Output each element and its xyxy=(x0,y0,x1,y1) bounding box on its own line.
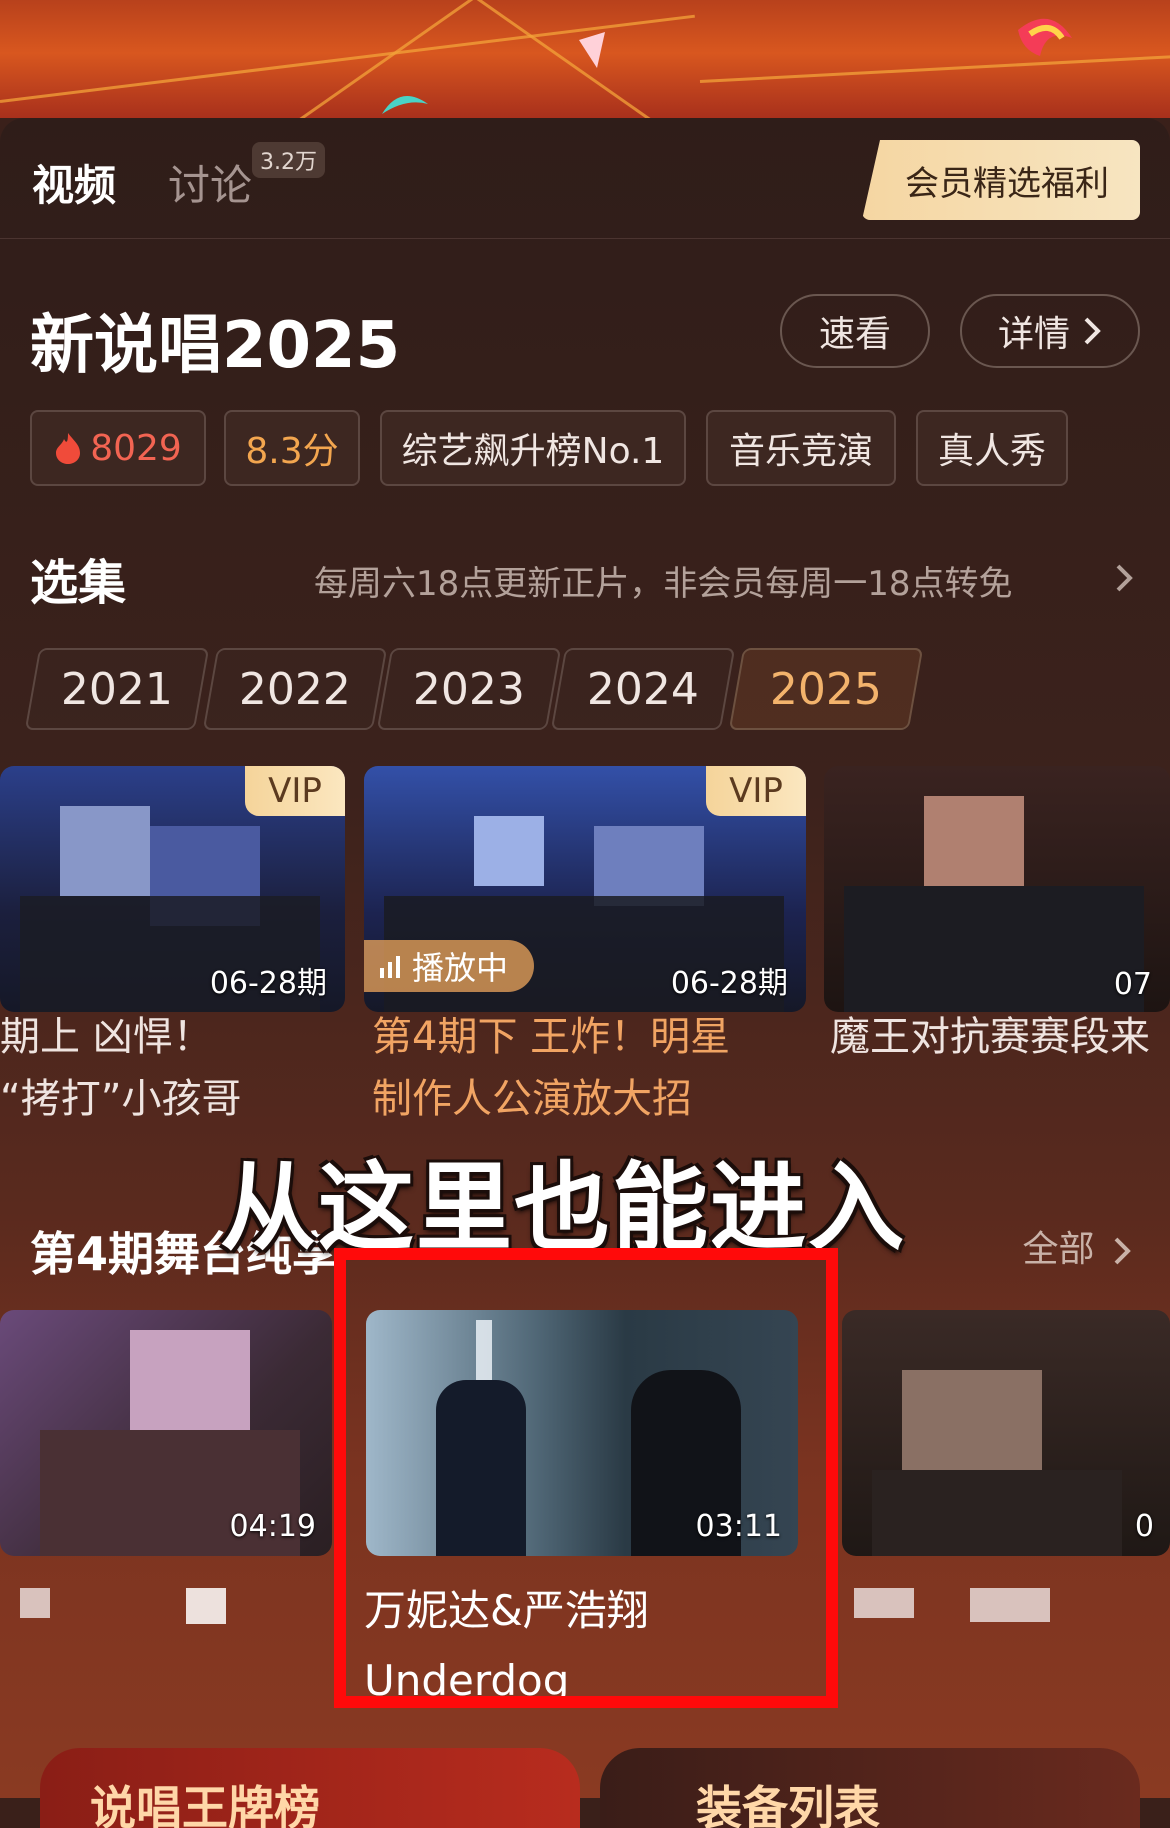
season-2023[interactable]: 2023 xyxy=(376,648,562,730)
genre-tag-reality[interactable]: 真人秀 xyxy=(916,410,1068,486)
all-clips-label: 全部 xyxy=(1022,1229,1095,1270)
clip-duration: 04:19 xyxy=(229,1509,316,1544)
season-label: 2025 xyxy=(770,663,882,715)
tab-discussion[interactable]: 讨论 xyxy=(168,152,252,213)
now-playing-label: 播放中 xyxy=(412,949,509,987)
score-tag[interactable]: 8.3分 xyxy=(224,410,360,486)
clip-duration: 0 xyxy=(1134,1509,1154,1544)
rank-label: 综艺飙升榜No.1 xyxy=(401,431,665,472)
genre-tag-music[interactable]: 音乐竞演 xyxy=(706,410,896,486)
genre-label-reality: 真人秀 xyxy=(937,431,1046,472)
header-banner xyxy=(0,0,1170,118)
chevron-right-icon[interactable] xyxy=(1114,562,1134,594)
episode-card-3[interactable]: 07 xyxy=(824,766,1170,1012)
blurred-text xyxy=(20,1588,50,1618)
episode-date: 06-28期 xyxy=(670,966,788,1001)
blurred-face xyxy=(594,826,704,906)
highlight-box xyxy=(334,1248,838,1708)
score-value: 8.3分 xyxy=(245,431,339,472)
season-label: 2021 xyxy=(61,663,173,715)
blurred-text xyxy=(970,1588,1050,1622)
tab-bar: 视频 讨论 3.2万 会员精选福利 xyxy=(0,118,1170,239)
vip-benefit-button[interactable]: 会员精选福利 xyxy=(862,140,1140,220)
season-label: 2023 xyxy=(413,663,525,715)
heat-value: 8029 xyxy=(90,427,182,469)
show-title: 新说唱2025 xyxy=(30,309,401,383)
tab-video[interactable]: 视频 xyxy=(32,152,116,213)
bottom-card-label: 说唱王牌榜 xyxy=(90,1781,320,1828)
episode-title-1[interactable]: 期上 凶悍！ xyxy=(0,1006,330,1068)
episode-subtitle-1[interactable]: “拷打”小孩哥 xyxy=(0,1068,330,1130)
bottom-card-ranking[interactable]: 说唱王牌榜 xyxy=(40,1748,580,1828)
performer-silhouette xyxy=(844,886,1144,1012)
season-2024[interactable]: 2024 xyxy=(550,648,736,730)
now-playing-badge: 播放中 xyxy=(364,940,534,992)
season-label: 2024 xyxy=(587,663,699,715)
details-button[interactable]: 详情 xyxy=(960,294,1140,368)
vip-badge: VIP xyxy=(706,766,806,816)
update-note[interactable]: 每周六18点更新正片，非会员每周一18点转免 xyxy=(314,556,1013,605)
episode-subtitle-2[interactable]: 制作人公演放大招 xyxy=(372,1068,802,1130)
heat-tag[interactable]: 8029 xyxy=(30,410,206,486)
episode-title-2[interactable]: 第4期下 王炸！明星 xyxy=(372,1006,802,1068)
bottom-card-gear[interactable]: 装备列表 xyxy=(600,1748,1140,1828)
blurred-text xyxy=(854,1588,914,1618)
decoration-icon xyxy=(1018,18,1072,56)
decoration-icon xyxy=(382,96,428,114)
episode-date: 07 xyxy=(1113,967,1152,1002)
decoration-icon xyxy=(579,32,605,68)
flame-icon xyxy=(56,433,81,464)
season-2022[interactable]: 2022 xyxy=(202,648,388,730)
season-label: 2022 xyxy=(239,663,351,715)
episode-title-3[interactable]: 魔王对抗赛赛段来 xyxy=(830,1006,1170,1068)
blurred-face xyxy=(474,816,544,886)
clip-card-3[interactable]: 0 xyxy=(842,1310,1170,1556)
details-label: 详情 xyxy=(997,314,1070,355)
quick-view-label: 速看 xyxy=(818,314,891,355)
episode-date: 06-28期 xyxy=(209,966,327,1001)
rank-tag[interactable]: 综艺飙升榜No.1 xyxy=(380,410,686,486)
chevron-right-icon xyxy=(1114,1237,1131,1265)
quick-view-button[interactable]: 速看 xyxy=(780,294,930,368)
all-clips-link[interactable]: 全部 xyxy=(1023,1220,1132,1272)
episodes-title: 选集 xyxy=(30,555,127,611)
bottom-card-label: 装备列表 xyxy=(696,1781,880,1828)
episode-card-2[interactable]: VIP 播放中 06-28期 xyxy=(364,766,806,1012)
bars-icon xyxy=(380,956,400,978)
season-2025[interactable]: 2025 xyxy=(728,648,924,730)
blurred-text xyxy=(186,1588,226,1624)
chevron-right-icon xyxy=(1084,317,1101,345)
genre-label-music: 音乐竞演 xyxy=(728,431,873,472)
discussion-count-badge: 3.2万 xyxy=(252,142,325,178)
season-2021[interactable]: 2021 xyxy=(24,648,210,730)
blurred-face xyxy=(60,806,150,896)
performer-silhouette xyxy=(872,1470,1122,1556)
clip-card-1[interactable]: 04:19 xyxy=(0,1310,332,1556)
blurred-face xyxy=(924,796,1024,896)
episode-card-1[interactable]: VIP 06-28期 xyxy=(0,766,345,1012)
vip-badge: VIP xyxy=(245,766,345,816)
